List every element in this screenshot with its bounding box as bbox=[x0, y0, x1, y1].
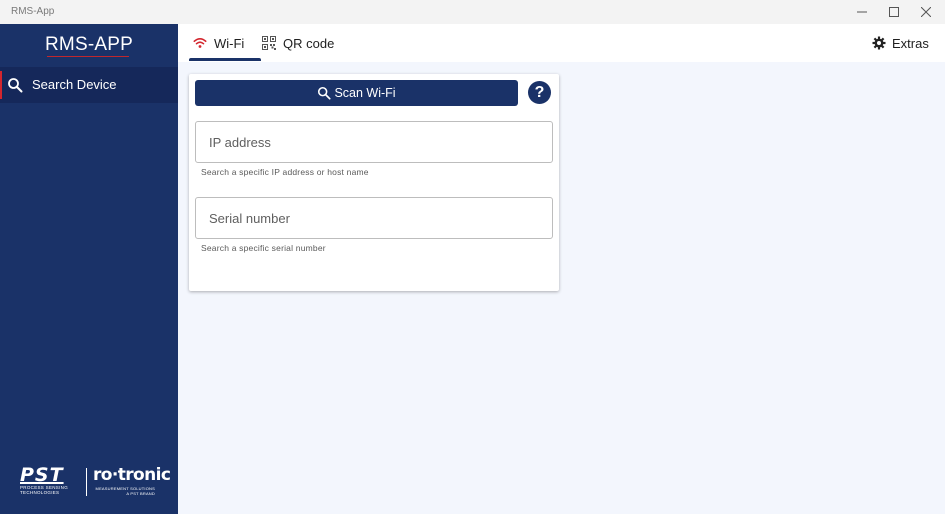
maximize-button[interactable] bbox=[877, 0, 911, 24]
active-tab-indicator bbox=[189, 58, 261, 61]
tab-wifi[interactable]: Wi-Fi bbox=[186, 24, 261, 62]
pst-logo: PST PROCESS SENSING TECHNOLOGIES bbox=[20, 464, 80, 496]
window-title: RMS-App bbox=[11, 6, 55, 17]
ip-address-input[interactable] bbox=[196, 122, 552, 162]
tab-label: QR code bbox=[283, 35, 335, 51]
serial-number-field bbox=[195, 197, 553, 239]
logo-divider bbox=[86, 468, 87, 496]
active-marker bbox=[0, 71, 2, 99]
help-icon: ? bbox=[534, 83, 545, 101]
search-icon bbox=[318, 86, 331, 100]
close-icon bbox=[921, 7, 931, 17]
brand-underline bbox=[47, 56, 129, 57]
maximize-icon bbox=[889, 7, 899, 17]
wifi-icon bbox=[193, 38, 207, 48]
window-title-bar: RMS-App bbox=[0, 0, 945, 24]
tab-bar: Wi-Fi QR code Extras bbox=[178, 24, 945, 62]
main-content: Wi-Fi QR code Extras Scan Wi-Fi ? IP add… bbox=[178, 24, 945, 514]
serial-number-hint: Search a specific serial number bbox=[201, 243, 326, 253]
search-icon bbox=[8, 78, 23, 93]
sidebar-item-label: Search Device bbox=[32, 77, 117, 92]
scan-wifi-button[interactable]: Scan Wi-Fi bbox=[195, 80, 518, 106]
pst-logo-line2: TECHNOLOGIES bbox=[20, 490, 60, 495]
app-brand: RMS-APP bbox=[45, 34, 133, 55]
extras-label: Extras bbox=[892, 35, 929, 51]
ip-address-hint: Search a specific IP address or host nam… bbox=[201, 167, 369, 177]
tab-qr-code[interactable]: QR code bbox=[262, 24, 334, 62]
ip-address-field bbox=[195, 121, 553, 163]
minimize-icon bbox=[857, 11, 867, 13]
qr-code-icon bbox=[262, 36, 276, 50]
tab-label: Wi-Fi bbox=[214, 35, 245, 51]
help-button[interactable]: ? bbox=[528, 81, 551, 104]
rotronic-logo-line2: A PST BRAND bbox=[126, 491, 155, 496]
close-button[interactable] bbox=[909, 0, 943, 24]
minimize-button[interactable] bbox=[845, 0, 879, 24]
search-card: Scan Wi-Fi ? Search a specific IP addres… bbox=[189, 74, 559, 291]
gear-icon bbox=[872, 36, 886, 50]
sidebar-item-search-device[interactable]: Search Device bbox=[0, 67, 178, 103]
sidebar: RMS-APP Search Device PST PROCESS SENSIN… bbox=[0, 24, 178, 514]
rotronic-logo: ro·tronic MEASUREMENT SOLUTIONS A PST BR… bbox=[93, 464, 171, 496]
pst-logo-name: PST bbox=[20, 464, 64, 486]
scan-wifi-label: Scan Wi-Fi bbox=[334, 86, 396, 100]
extras-button[interactable]: Extras bbox=[872, 24, 929, 62]
rotronic-logo-name: ro·tronic bbox=[93, 465, 171, 485]
serial-number-input[interactable] bbox=[196, 198, 552, 238]
